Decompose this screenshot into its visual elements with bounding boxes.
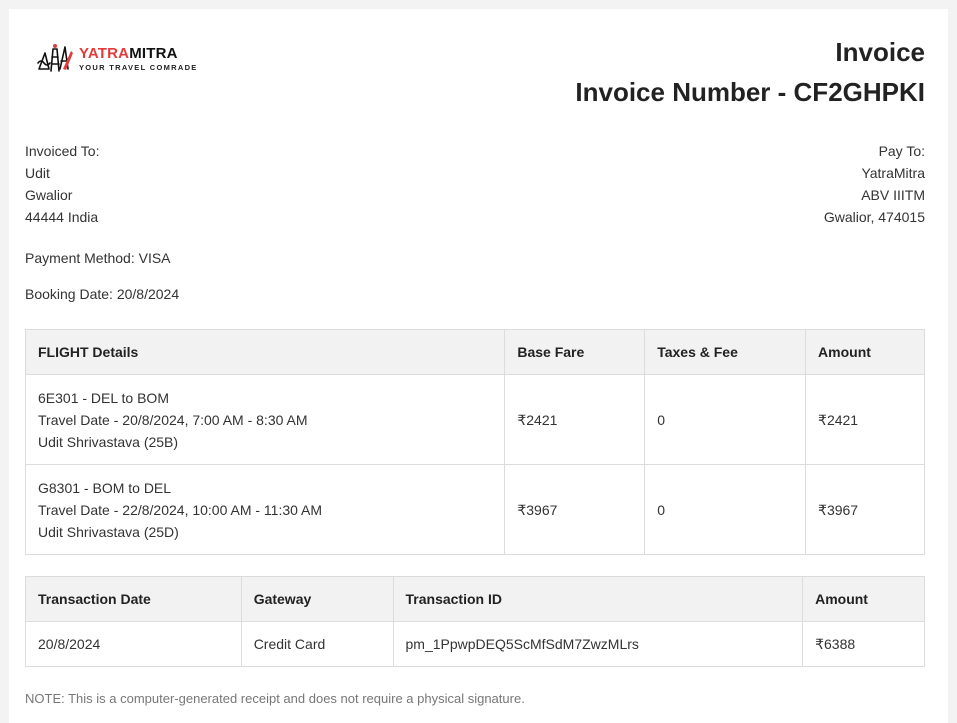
amount-cell: ₹3967: [805, 464, 925, 555]
column-header: Amount: [802, 576, 925, 622]
flight-details-cell: 6E301 - DEL to BOM Travel Date - 20/8/20…: [24, 374, 506, 465]
invoice-page: YATRAMITRA YOUR TRAVEL COMRADE Invoice I…: [9, 9, 948, 723]
invoice-title: Invoice: [835, 37, 925, 67]
table-row: 6E301 - DEL to BOM Travel Date - 20/8/20…: [24, 374, 925, 465]
brand-name-part2: MITRA: [129, 45, 178, 63]
receipt-note: NOTE: This is a computer-generated recei…: [25, 691, 525, 706]
invoiced-to-name: Udit: [25, 165, 50, 181]
column-header: Amount: [805, 329, 925, 375]
table-row: G8301 - BOM to DEL Travel Date - 22/8/20…: [24, 464, 925, 555]
flight-passenger: Udit Shrivastava (25B): [38, 433, 179, 450]
invoiced-to-label: Invoiced To:: [25, 143, 100, 159]
column-header: Transaction Date: [25, 576, 242, 622]
brand-name-part1: YATRA: [79, 45, 130, 63]
brand-logo: YATRAMITRA YOUR TRAVEL COMRADE: [35, 39, 198, 79]
pay-to-label: Pay To:: [878, 143, 925, 159]
flight-passenger: Udit Shrivastava (25D): [38, 523, 179, 540]
column-header: Taxes & Fee: [644, 329, 807, 375]
transaction-date-cell: 20/8/2024: [25, 621, 242, 667]
flight-route: 6E301 - DEL to BOM: [38, 389, 169, 406]
brand-tagline: YOUR TRAVEL COMRADE: [79, 63, 198, 73]
pay-to-company: YatraMitra: [861, 165, 925, 181]
flight-travel-date: Travel Date - 20/8/2024, 7:00 AM - 8:30 …: [38, 411, 308, 428]
column-header: Transaction ID: [392, 576, 804, 622]
base-fare-cell: ₹3967: [504, 464, 646, 555]
transaction-amount-cell: ₹6388: [802, 621, 925, 667]
invoice-number: Invoice Number - CF2GHPKI: [575, 77, 925, 107]
transactions-table: Transaction Date Gateway Transaction ID …: [25, 576, 925, 667]
pay-to-address: ABV IIITM: [861, 187, 925, 203]
flight-travel-date: Travel Date - 22/8/2024, 10:00 AM - 11:3…: [38, 501, 323, 518]
amount-cell: ₹2421: [805, 374, 925, 465]
gateway-cell: Credit Card: [240, 621, 394, 667]
table-header-row: FLIGHT Details Base Fare Taxes & Fee Amo…: [24, 329, 925, 375]
column-header: Gateway: [240, 576, 394, 622]
column-header: Base Fare: [504, 329, 646, 375]
pay-to-city: Gwalior, 474015: [823, 209, 925, 225]
column-header: FLIGHT Details: [24, 329, 506, 375]
base-fare-cell: ₹2421: [504, 374, 646, 465]
table-row: 20/8/2024 Credit Card pm_1PpwpDEQ5ScMfSd…: [25, 621, 925, 667]
invoiced-to-block: Invoiced To: Udit Gwalior 44444 India: [25, 140, 99, 228]
table-header-row: Transaction Date Gateway Transaction ID …: [25, 576, 925, 622]
invoice-heading: Invoice Invoice Number - CF2GHPKI: [575, 36, 925, 108]
travel-landmarks-icon: [37, 44, 73, 72]
transaction-id-cell: pm_1PpwpDEQ5ScMfSdM7ZwzMLrs: [392, 621, 804, 667]
taxes-cell: 0: [644, 464, 807, 555]
pay-to-block: Pay To: YatraMitra ABV IIITM Gwalior, 47…: [824, 140, 925, 228]
taxes-cell: 0: [644, 374, 807, 465]
payment-method: Payment Method: VISA: [25, 250, 171, 266]
invoiced-to-postal: 44444 India: [25, 209, 99, 225]
booking-date: Booking Date: 20/8/2024: [25, 286, 180, 302]
flight-details-cell: G8301 - BOM to DEL Travel Date - 22/8/20…: [24, 464, 506, 555]
invoiced-to-city: Gwalior: [25, 187, 73, 203]
flight-route: G8301 - BOM to DEL: [38, 479, 172, 496]
flight-details-table: FLIGHT Details Base Fare Taxes & Fee Amo…: [24, 329, 925, 555]
